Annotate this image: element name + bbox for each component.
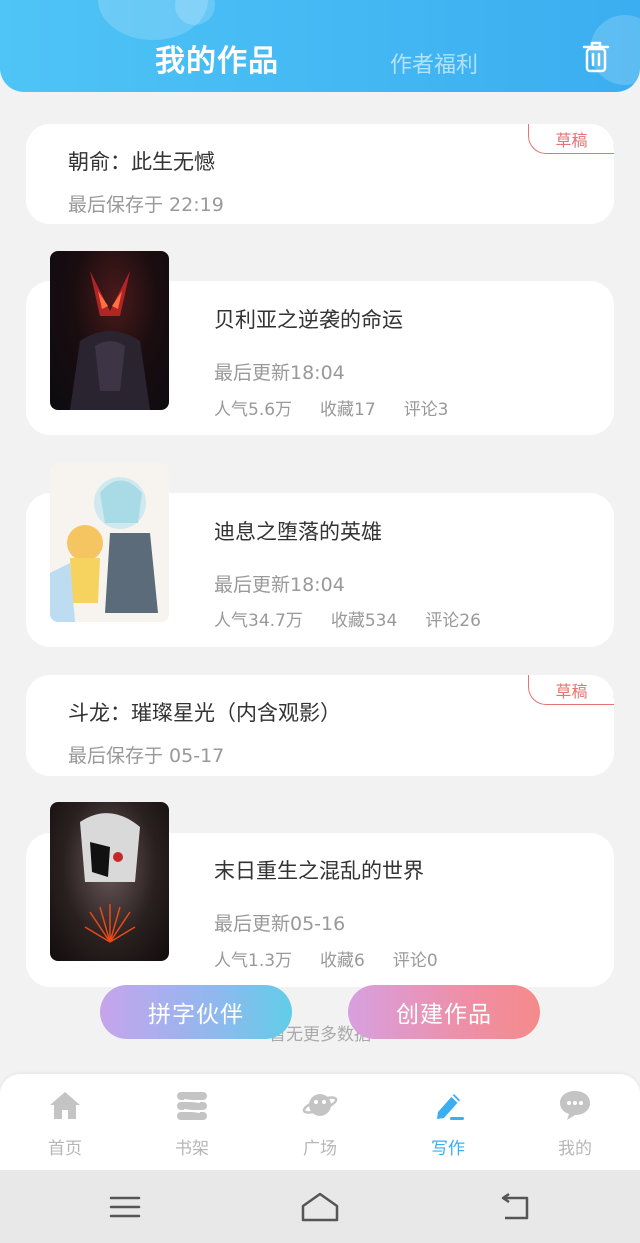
tab-author-benefits[interactable]: 作者福利 xyxy=(390,47,478,79)
updated-time: 最后更新18:04 xyxy=(214,362,345,384)
draft-card[interactable]: 草稿 斗龙：璀璨星光（内含观影） 最后保存于 05-17 xyxy=(26,675,614,776)
bookshelf-icon xyxy=(177,1092,207,1120)
tab-label: 首页 xyxy=(48,1139,82,1159)
comments-stat: 评论26 xyxy=(425,611,481,631)
saved-time: 最后保存于 05-17 xyxy=(68,745,225,767)
cover-art-image xyxy=(70,271,150,410)
favorites-stat: 收藏17 xyxy=(320,400,376,420)
work-title: 末日重生之混乱的世界 xyxy=(214,859,424,883)
cover-art-image xyxy=(50,477,158,622)
tab-mine[interactable]: 我的 xyxy=(535,1088,615,1159)
updated-time: 最后更新18:04 xyxy=(214,574,345,596)
popularity-stat: 人气34.7万 xyxy=(214,611,303,631)
back-icon[interactable] xyxy=(495,1190,535,1224)
work-title: 朝俞：此生无憾 xyxy=(68,150,215,174)
system-nav-bar xyxy=(0,1170,640,1243)
work-stats: 人气1.3万 收藏6 评论0 xyxy=(214,946,438,971)
tab-label: 广场 xyxy=(303,1139,337,1159)
draft-badge: 草稿 xyxy=(528,675,614,705)
home-nav-icon[interactable] xyxy=(300,1190,340,1224)
planet-icon xyxy=(302,1094,338,1116)
pen-icon xyxy=(437,1094,464,1120)
work-stats: 人气34.7万 收藏534 评论26 xyxy=(214,606,481,631)
create-work-button[interactable]: 创建作品 xyxy=(348,985,540,1039)
tab-my-works[interactable]: 我的作品 xyxy=(155,36,279,80)
cover-art-image xyxy=(80,813,140,943)
book-cover[interactable] xyxy=(50,251,169,410)
work-title: 斗龙：璀璨星光（内含观影） xyxy=(68,701,341,725)
work-title: 贝利亚之逆袭的命运 xyxy=(214,308,403,332)
tab-writing[interactable]: 写作 xyxy=(408,1088,488,1159)
trash-icon[interactable] xyxy=(580,40,612,74)
book-cover[interactable] xyxy=(50,802,169,961)
menu-icon[interactable] xyxy=(105,1190,145,1224)
tab-plaza[interactable]: 广场 xyxy=(280,1088,360,1159)
no-more-data-text: 暂无更多数据 xyxy=(269,1025,371,1045)
work-title: 迪息之堕落的英雄 xyxy=(214,520,382,544)
popularity-stat: 人气5.6万 xyxy=(214,400,293,420)
popularity-stat: 人气1.3万 xyxy=(214,951,293,971)
updated-time: 最后更新05-16 xyxy=(214,913,346,935)
home-icon xyxy=(50,1092,80,1119)
book-cover[interactable] xyxy=(50,463,169,622)
chat-bubble-icon xyxy=(560,1091,590,1120)
tab-label: 写作 xyxy=(431,1139,465,1159)
work-stats: 人气5.6万 收藏17 评论3 xyxy=(214,395,449,420)
tab-label: 我的 xyxy=(558,1139,592,1159)
typing-partner-button[interactable]: 拼字伙伴 xyxy=(100,985,292,1039)
bottom-tab-bar: 首页 书架 广场 写作 我的 xyxy=(0,1074,640,1170)
tab-label: 书架 xyxy=(175,1139,209,1159)
tab-home[interactable]: 首页 xyxy=(25,1088,105,1159)
favorites-stat: 收藏534 xyxy=(330,611,398,631)
draft-card[interactable]: 草稿 朝俞：此生无憾 最后保存于 22:19 xyxy=(26,124,614,224)
saved-time: 最后保存于 22:19 xyxy=(68,194,224,216)
draft-badge: 草稿 xyxy=(528,124,614,154)
favorites-stat: 收藏6 xyxy=(320,951,365,971)
app-header: 我的作品 作者福利 xyxy=(0,0,640,92)
tab-bookshelf[interactable]: 书架 xyxy=(152,1088,232,1159)
comments-stat: 评论3 xyxy=(403,400,449,420)
comments-stat: 评论0 xyxy=(392,951,438,971)
